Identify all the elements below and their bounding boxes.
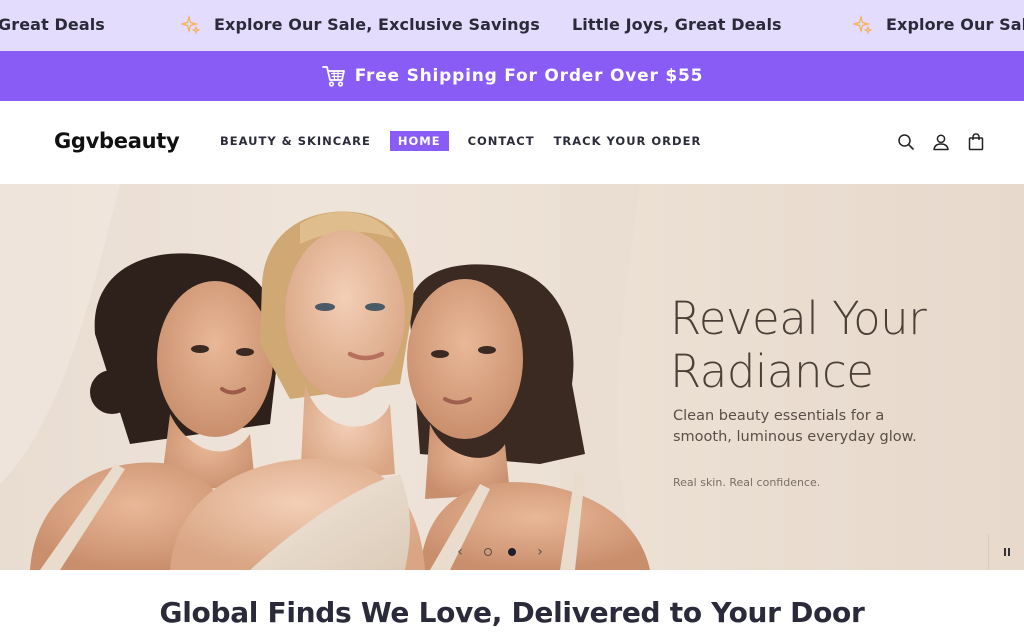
- hero-title-line1: Reveal Your: [670, 292, 927, 345]
- cart-icon: [321, 66, 345, 87]
- slider-next-button[interactable]: ›: [532, 544, 548, 560]
- marquee-track: Great Deals Explore Our Sale, Exclusive …: [0, 0, 1024, 51]
- search-icon[interactable]: [896, 132, 916, 152]
- section-title: Global Finds We Love, Delivered to Your …: [159, 596, 865, 629]
- marquee-text: Little Joys, Great Deals: [572, 15, 782, 34]
- marquee-text: Explore Our Sale, Exclusive Savings: [214, 15, 540, 34]
- hero-subtitle: Clean beauty essentials for a smooth, lu…: [673, 408, 917, 445]
- nav-item-home[interactable]: HOME: [389, 131, 449, 151]
- slider-dot-2[interactable]: [508, 548, 516, 556]
- slider-pause-button[interactable]: [988, 534, 1024, 570]
- slider-prev-button[interactable]: ‹: [452, 544, 468, 560]
- announcement-marquee: Great Deals Explore Our Sale, Exclusive …: [0, 0, 1024, 51]
- cart-bag-icon[interactable]: [966, 132, 986, 152]
- hero-banner: Reveal Your Radiance Clean beauty essent…: [0, 184, 1024, 570]
- site-header: Ggvbeauty BEAUTY & SKINCARE HOME CONTACT…: [0, 101, 1024, 184]
- nav-item-beauty-skincare[interactable]: BEAUTY & SKINCARE: [220, 131, 371, 151]
- shipping-message: Free Shipping For Order Over $55: [321, 63, 704, 89]
- slider-dot-1[interactable]: [484, 548, 492, 556]
- sparkle-icon: [853, 15, 873, 35]
- hero-title-line2: Radiance: [670, 345, 874, 398]
- marquee-text: Explore Our Sale: [886, 15, 1024, 34]
- main-nav: BEAUTY & SKINCARE HOME CONTACT TRACK YOU…: [220, 131, 720, 151]
- nav-item-contact[interactable]: CONTACT: [468, 131, 535, 151]
- marquee-text: Great Deals: [0, 15, 105, 34]
- shipping-text: Free Shipping For Order Over $55: [354, 66, 704, 86]
- hero-title: Reveal Your Radiance: [670, 292, 927, 398]
- slider-controls: ‹ ›: [452, 544, 548, 560]
- hero-tagline: Real skin. Real confidence.: [673, 476, 821, 489]
- shipping-bar: Free Shipping For Order Over $55: [0, 51, 1024, 101]
- pause-icon-bar: [1003, 548, 1006, 556]
- pause-icon-bar: [1007, 548, 1010, 556]
- header-icons: [896, 132, 986, 152]
- account-icon[interactable]: [931, 132, 951, 152]
- nav-item-track-order[interactable]: TRACK YOUR ORDER: [554, 131, 702, 151]
- site-logo[interactable]: Ggvbeauty: [54, 129, 180, 153]
- sparkle-icon: [181, 15, 201, 35]
